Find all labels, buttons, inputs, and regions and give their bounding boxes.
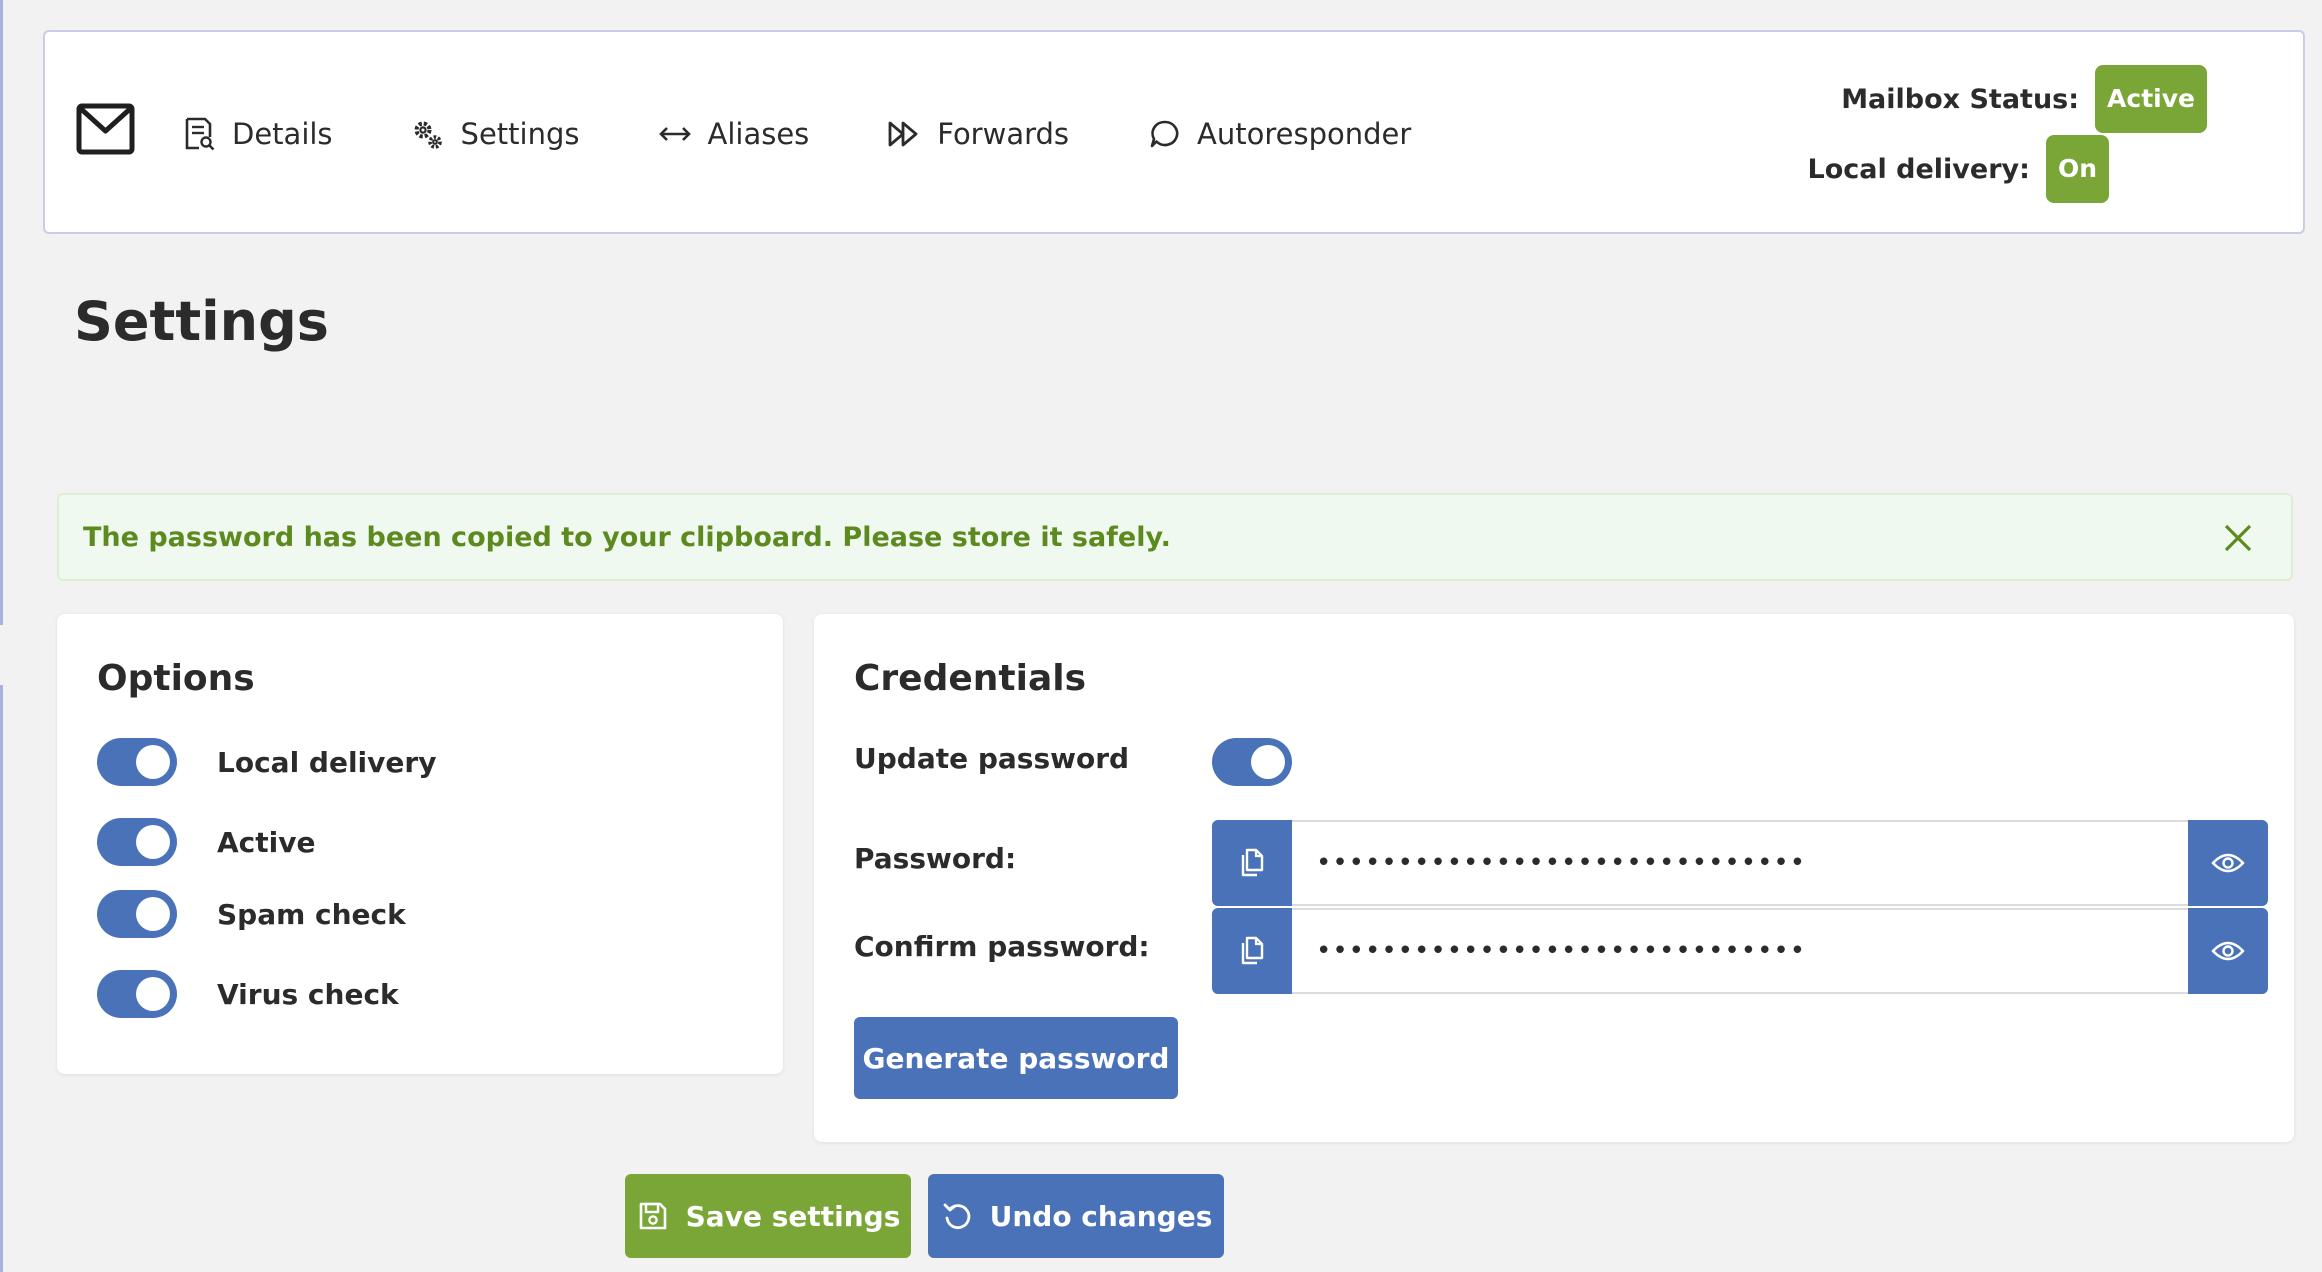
left-border-lower (0, 685, 3, 1272)
nav-aliases[interactable]: Aliases (658, 117, 810, 151)
credentials-title: Credentials (854, 658, 1087, 699)
password-label: Password: (854, 842, 1017, 875)
fast-forward-icon (887, 117, 921, 151)
success-alert: The password has been copied to your cli… (57, 493, 2293, 581)
gears-icon (411, 117, 445, 151)
save-settings-label: Save settings (685, 1199, 901, 1233)
options-card: Options Local delivery Active Spam check… (57, 614, 783, 1074)
mailbox-header: Details Settings Aliases Forwards Autore… (43, 30, 2305, 234)
nav-details-label: Details (232, 117, 333, 151)
mailbox-status-label: Mailbox Status: (1841, 83, 2080, 115)
toggle-virus-check: Virus check (97, 970, 399, 1018)
toggle-local-delivery: Local delivery (97, 738, 436, 786)
nav-aliases-label: Aliases (707, 117, 810, 151)
undo-icon (940, 1199, 974, 1233)
document-search-icon (182, 117, 216, 151)
local-delivery-badge: On (2045, 135, 2109, 203)
mailbox-status: Mailbox Status: Active Local delivery: O… (1808, 64, 2207, 204)
show-confirm-password-button[interactable] (2188, 908, 2268, 994)
envelope-icon (76, 103, 135, 155)
active-toggle[interactable] (97, 818, 177, 866)
undo-changes-button[interactable]: Undo changes (928, 1174, 1224, 1258)
nav-settings[interactable]: Settings (411, 117, 580, 151)
eye-icon (2211, 853, 2245, 873)
update-password-label: Update password (854, 742, 1130, 775)
nav-forwards[interactable]: Forwards (887, 117, 1069, 151)
toggle-active: Active (97, 818, 316, 866)
confirm-password-label: Confirm password: (854, 930, 1150, 963)
confirm-password-input[interactable] (1292, 908, 2188, 994)
virus-check-option-label: Virus check (217, 977, 399, 1011)
nav-autoresponder[interactable]: Autoresponder (1147, 117, 1411, 151)
spam-check-toggle[interactable] (97, 890, 177, 938)
spam-check-option-label: Spam check (217, 897, 406, 931)
nav-details[interactable]: Details (182, 117, 333, 151)
local-delivery-label: Local delivery: (1807, 153, 2030, 185)
copy-icon (1241, 848, 1264, 877)
copy-password-button[interactable] (1212, 820, 1292, 906)
nav-settings-label: Settings (460, 117, 580, 151)
copy-confirm-password-button[interactable] (1212, 908, 1292, 994)
local-delivery-toggle[interactable] (97, 738, 177, 786)
alert-message: The password has been copied to your cli… (83, 521, 1171, 553)
undo-changes-label: Undo changes (989, 1199, 1213, 1233)
copy-icon (1241, 936, 1264, 965)
speech-bubble-icon (1147, 117, 1181, 151)
update-password-toggle[interactable] (1212, 738, 1292, 786)
mailbox-nav: Details Settings Aliases Forwards Autore… (182, 32, 1489, 236)
nav-autoresponder-label: Autoresponder (1197, 117, 1412, 151)
virus-check-toggle[interactable] (97, 970, 177, 1018)
options-title: Options (97, 658, 255, 699)
save-settings-button[interactable]: Save settings (625, 1174, 911, 1258)
mailbox-status-badge: Active (2095, 65, 2207, 133)
nav-forwards-label: Forwards (937, 117, 1070, 151)
mailbox-status-row: Mailbox Status: Active (1841, 64, 2207, 134)
active-option-label: Active (217, 825, 316, 859)
toggle-spam-check: Spam check (97, 890, 406, 938)
generate-password-button[interactable]: Generate password (854, 1017, 1178, 1099)
local-delivery-row: Local delivery: On (1808, 134, 2207, 204)
confirm-password-group (1212, 908, 2268, 994)
page-title: Settings (74, 290, 329, 353)
eye-icon (2211, 941, 2245, 961)
password-group (1212, 820, 2268, 906)
floppy-disk-icon (636, 1199, 670, 1233)
local-delivery-option-label: Local delivery (217, 745, 437, 779)
show-password-button[interactable] (2188, 820, 2268, 906)
close-icon[interactable] (2219, 519, 2257, 557)
arrows-left-right-icon (658, 117, 692, 151)
credentials-card: Credentials Update password Password: Co… (814, 614, 2294, 1142)
left-border (0, 0, 3, 625)
password-input[interactable] (1292, 820, 2188, 906)
